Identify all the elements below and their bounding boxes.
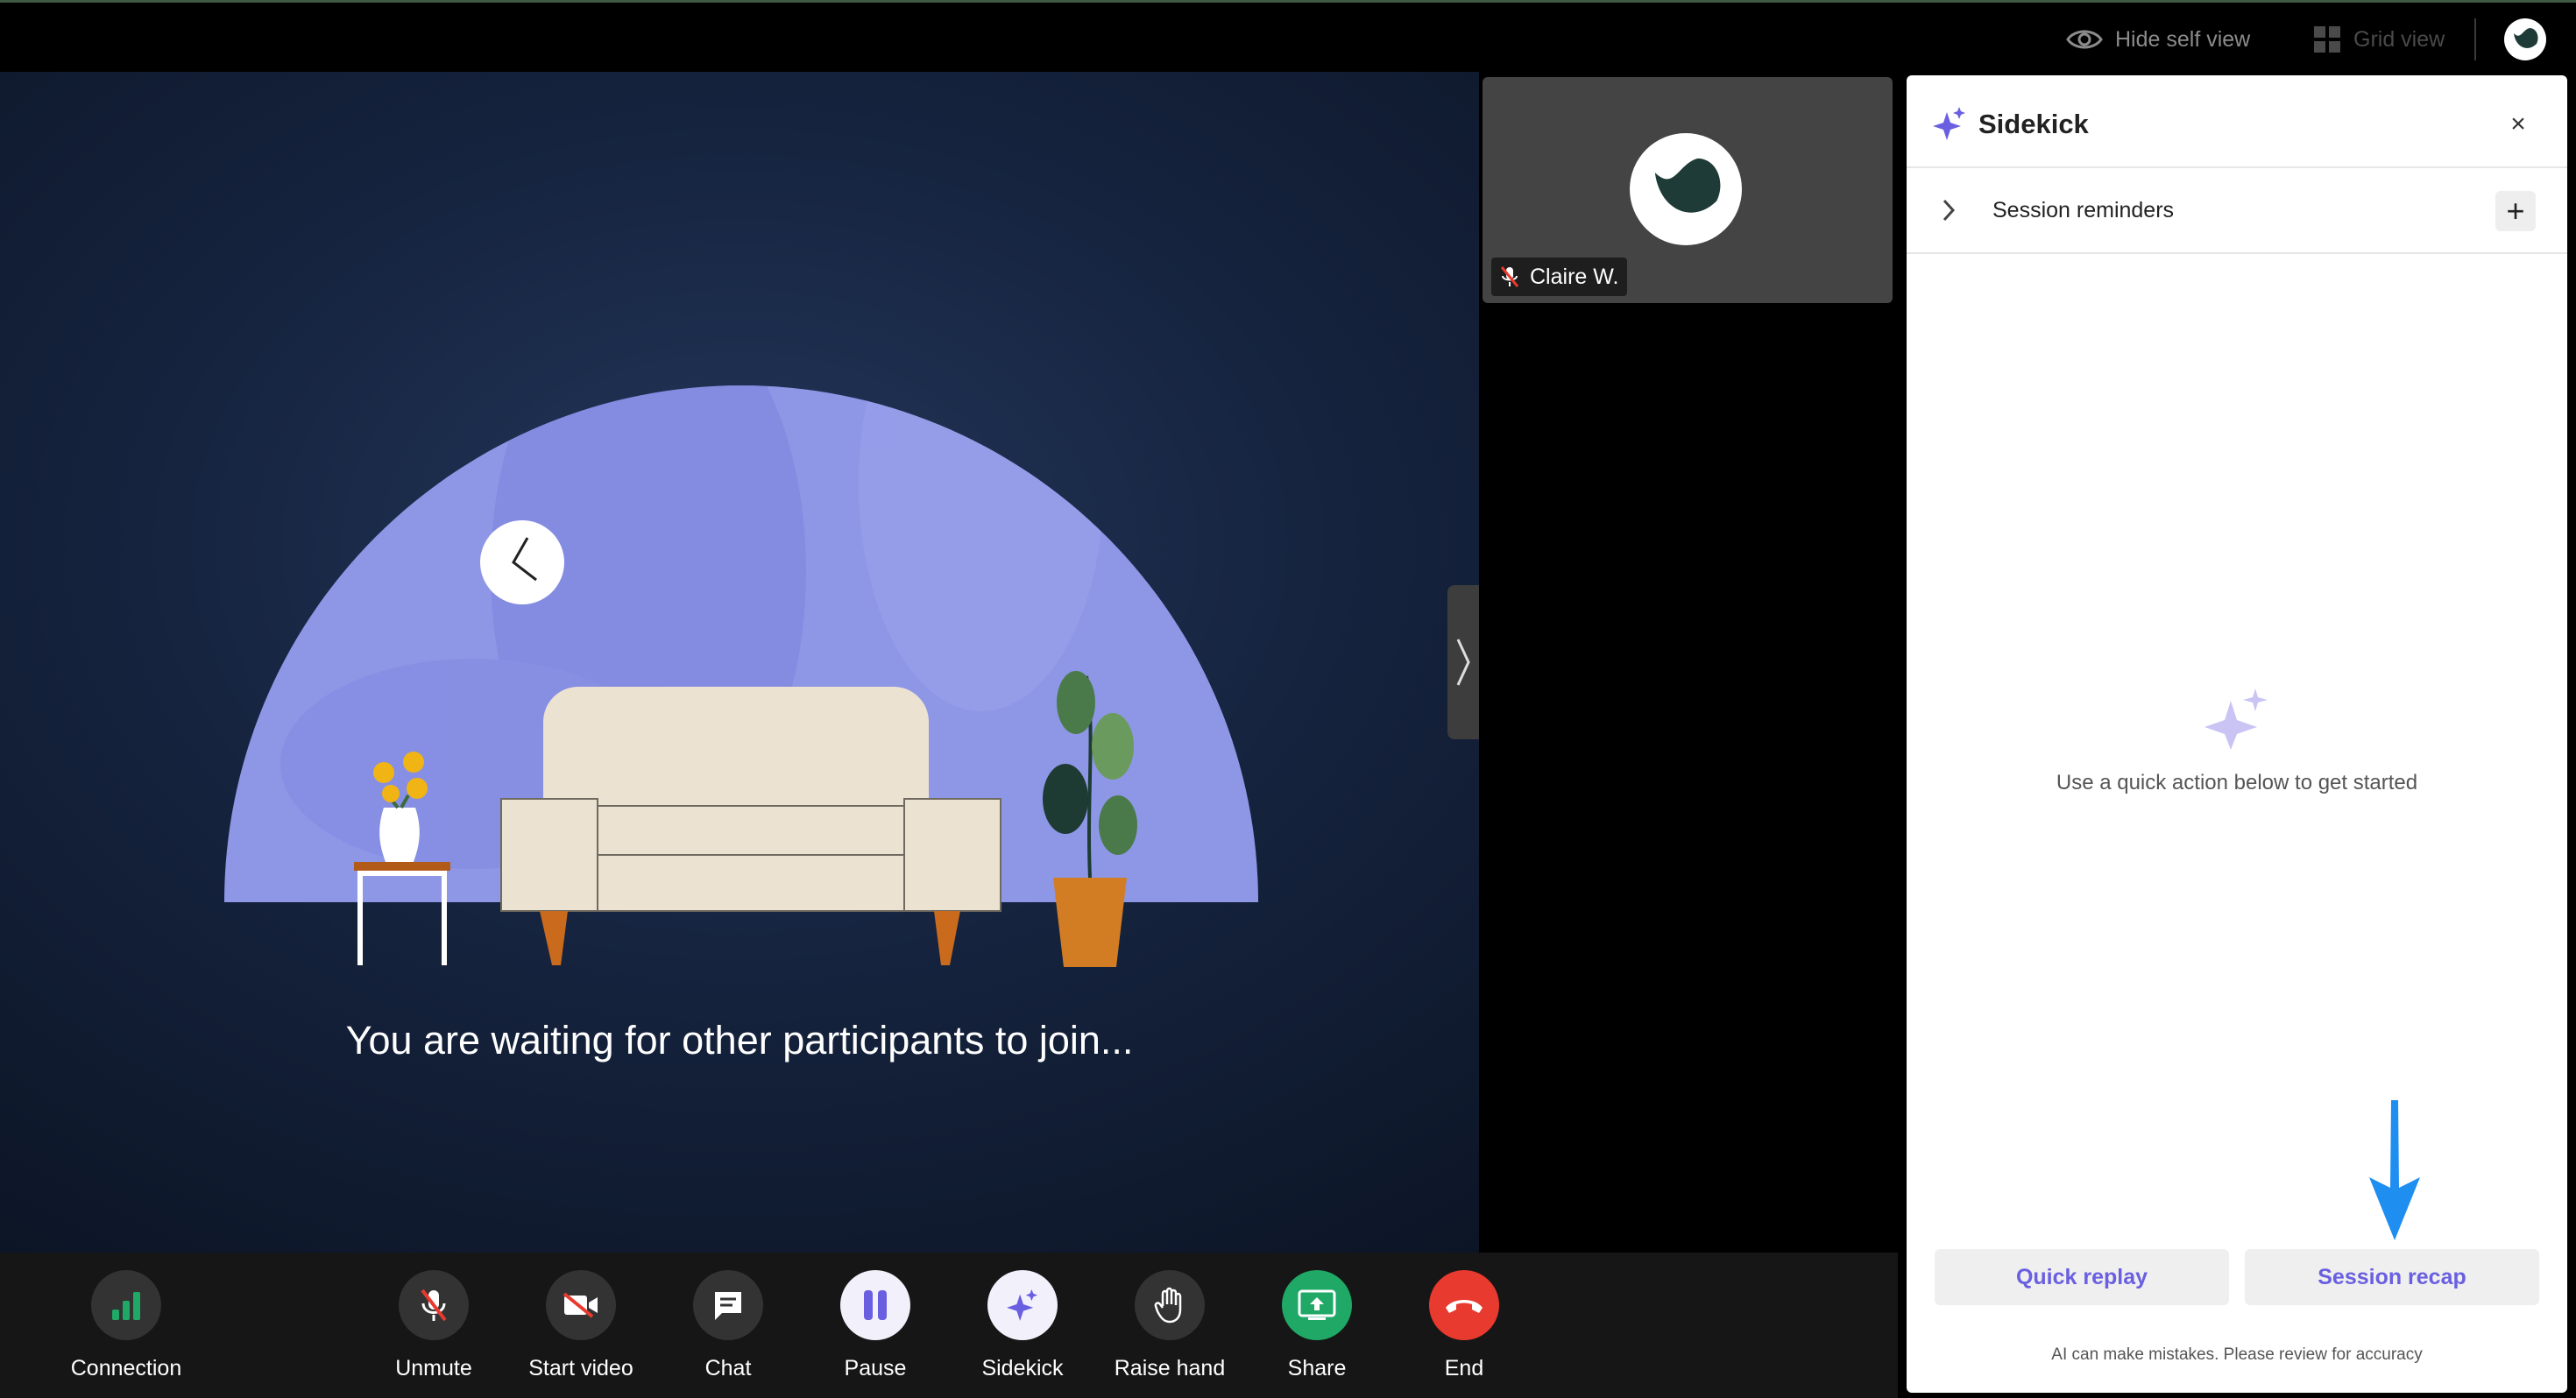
session-reminders-label: Session reminders bbox=[1992, 198, 2175, 222]
grid-view-label: Grid view bbox=[2353, 26, 2445, 52]
divider bbox=[2474, 18, 2476, 60]
waiting-room-illustration bbox=[224, 385, 1258, 967]
participant-name-tag: Claire W. bbox=[1491, 258, 1628, 296]
sparkle-icon bbox=[2204, 688, 2268, 750]
quick-replay-button[interactable]: Quick replay bbox=[1935, 1249, 2229, 1305]
add-reminder-button[interactable]: + bbox=[2495, 191, 2536, 231]
waiting-message: You are waiting for other participants t… bbox=[345, 1018, 1134, 1063]
eye-icon bbox=[2066, 30, 2103, 49]
empty-state-message: Use a quick action below to get started bbox=[2056, 771, 2418, 794]
sparkle-icon bbox=[1933, 107, 1965, 140]
grid-view-button[interactable]: Grid view bbox=[2313, 22, 2445, 57]
collapse-panel-handle[interactable] bbox=[1447, 585, 1479, 739]
chat-label: Chat bbox=[704, 1356, 752, 1380]
arrow-down-icon bbox=[2369, 1100, 2420, 1240]
grid-icon bbox=[2314, 26, 2340, 53]
control-bar: Connection Unmute Start video Chat Pause… bbox=[0, 1253, 1898, 1398]
chevron-right-icon bbox=[1943, 199, 1956, 222]
session-recap-button[interactable]: Session recap bbox=[2245, 1249, 2539, 1305]
close-icon[interactable]: × bbox=[2502, 109, 2534, 140]
logo-icon bbox=[2514, 28, 2538, 48]
muted-mic-icon bbox=[421, 1289, 447, 1322]
video-stage: You are waiting for other participants t… bbox=[0, 72, 1479, 1253]
muted-mic-icon bbox=[1500, 266, 1519, 287]
start-video-label: Start video bbox=[528, 1356, 633, 1380]
sidekick-title: Sidekick bbox=[1978, 109, 2089, 139]
sparkle-icon bbox=[1007, 1289, 1038, 1321]
video-off-icon bbox=[563, 1292, 598, 1318]
share-screen-icon bbox=[1298, 1289, 1336, 1320]
chevron-right-icon bbox=[1456, 639, 1470, 686]
account-avatar[interactable] bbox=[2504, 18, 2546, 60]
pause-icon bbox=[864, 1290, 887, 1320]
sidekick-panel: Sidekick × Session reminders + Use a qui… bbox=[1907, 75, 2567, 1393]
signal-bars-icon bbox=[112, 1292, 140, 1320]
session-reminders-row[interactable]: Session reminders + bbox=[1907, 168, 2567, 254]
hand-icon bbox=[1154, 1287, 1182, 1324]
participant-name: Claire W. bbox=[1530, 264, 1619, 289]
phone-end-icon bbox=[1446, 1300, 1483, 1313]
end-label: End bbox=[1444, 1356, 1484, 1380]
self-view-tile[interactable]: Claire W. bbox=[1483, 77, 1893, 303]
hide-self-view-button[interactable]: Hide self view bbox=[2066, 22, 2250, 57]
pause-label: Pause bbox=[844, 1356, 907, 1380]
share-label: Share bbox=[1287, 1356, 1347, 1380]
sidekick-label: Sidekick bbox=[981, 1356, 1064, 1380]
chat-icon bbox=[715, 1292, 741, 1320]
raise-hand-label: Raise hand bbox=[1114, 1356, 1226, 1380]
end-button[interactable]: End bbox=[1368, 1270, 1560, 1381]
top-bar: Hide self view Grid view bbox=[0, 0, 2576, 72]
logo-icon bbox=[1654, 158, 1721, 213]
hide-self-view-label: Hide self view bbox=[2115, 26, 2251, 52]
unmute-label: Unmute bbox=[395, 1356, 472, 1380]
participant-avatar bbox=[1630, 133, 1742, 245]
connection-label: Connection bbox=[70, 1356, 182, 1380]
sidekick-header: Sidekick × bbox=[1907, 75, 2567, 168]
connection-button[interactable]: Connection bbox=[30, 1270, 223, 1381]
ai-disclaimer: AI can make mistakes. Please review for … bbox=[2051, 1345, 2423, 1364]
